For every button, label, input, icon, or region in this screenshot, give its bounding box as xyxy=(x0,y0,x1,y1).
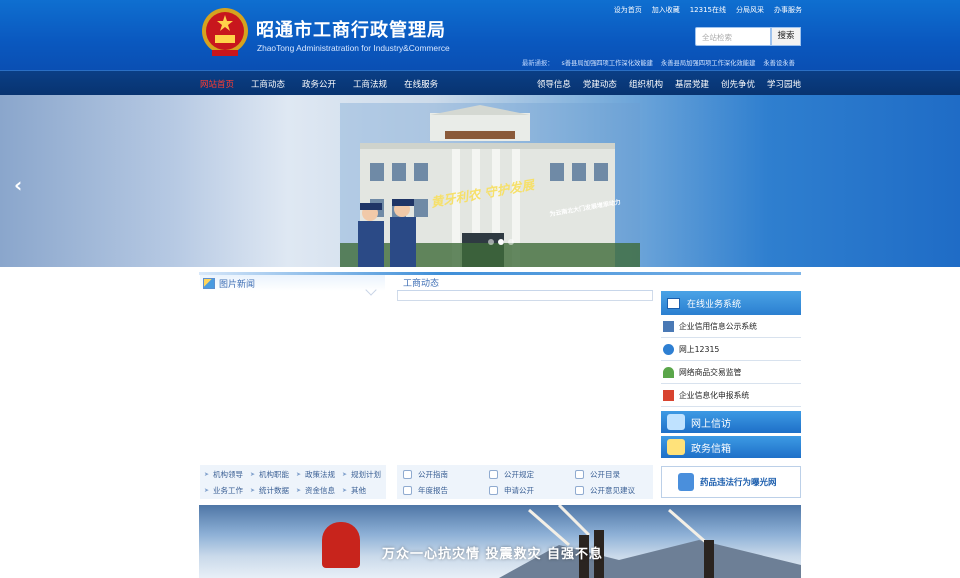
drug-exposure-link[interactable]: 药品违法行为曝光网 xyxy=(661,466,801,498)
nav-item-study[interactable]: 学习园地 xyxy=(767,78,801,90)
nav-item-online-service[interactable]: 在线服务 xyxy=(404,78,438,90)
computer-icon xyxy=(663,320,674,332)
online-petition-button[interactable]: 网上信访 xyxy=(661,411,801,433)
quick-link[interactable]: 公开规定 xyxy=(489,469,534,480)
online-services-header: 在线业务系统 xyxy=(661,291,801,315)
nav-item-grassroots[interactable]: 基层党建 xyxy=(675,78,709,90)
feedback-icon xyxy=(575,486,584,495)
hero-banner: ‹ 黄牙利农 守护发展 为云南北大门发展增添动力 xyxy=(0,95,960,267)
nav-item-home[interactable]: 网站首页 xyxy=(200,78,234,90)
info-quick-links: ➤ 机构领导 ➤ 机构职能 ➤ 政策法规 ➤ 规划计划 ➤ 业务工作 ➤ 统计数据 ➤ 资金信… xyxy=(200,465,386,499)
photo-news-title[interactable]: 图片新闻 xyxy=(219,277,255,290)
quick-link[interactable]: 公开指南 xyxy=(403,469,448,480)
quick-link[interactable]: 年度报告 xyxy=(403,485,448,496)
arrow-icon: ➤ xyxy=(250,487,256,494)
service-credit-info[interactable]: 企业信用信息公示系统 xyxy=(661,315,801,338)
search-button[interactable]: 搜索 xyxy=(771,27,801,46)
arrow-icon: ➤ xyxy=(250,471,256,478)
picture-icon xyxy=(203,277,215,289)
quick-link[interactable]: 公开目录 xyxy=(575,469,620,480)
slide-dot[interactable] xyxy=(508,239,514,245)
nav-item-gov-affairs[interactable]: 政务公开 xyxy=(302,78,336,90)
disaster-relief-banner[interactable]: 万众一心抗灾情 投震救灾 自强不息 xyxy=(199,505,801,578)
national-emblem-icon xyxy=(202,8,248,56)
quick-link[interactable]: ➤ 机构领导 xyxy=(204,469,243,480)
ticker-lead: 最新通报： xyxy=(522,60,554,67)
quick-link[interactable]: ➤ 其他 xyxy=(342,485,366,496)
banner-caption: 万众一心抗灾情 投震救灾 自强不息 xyxy=(382,547,604,562)
prev-slide-icon[interactable]: ‹ xyxy=(14,173,22,197)
monitor-icon xyxy=(667,297,680,309)
business-news-list xyxy=(397,291,653,301)
mail-icon xyxy=(667,414,685,430)
list-icon xyxy=(575,470,584,479)
medicine-icon xyxy=(678,473,694,491)
quick-link[interactable]: ➤ 统计数据 xyxy=(250,485,289,496)
ticker-item[interactable]: 永善县局加强四项工作深化效能建 xyxy=(661,58,755,67)
set-homepage-link[interactable]: 设为首页 xyxy=(614,5,642,15)
arrow-icon: ➤ xyxy=(204,487,210,494)
services-link[interactable]: 办事服务 xyxy=(774,5,802,15)
quick-link[interactable]: 公开意见建议 xyxy=(575,485,635,496)
ticker-item[interactable]: 永善设永善 xyxy=(763,58,794,67)
news-ticker: 最新通报： s善县局加强四项工作深化效能建 永善县局加强四项工作深化效能建 永善… xyxy=(522,58,802,67)
umbrella-icon xyxy=(663,366,674,378)
nav-item-leaders[interactable]: 领导信息 xyxy=(537,78,571,90)
arrow-icon: ➤ xyxy=(296,487,302,494)
service-enterprise-report[interactable]: 企业信息化申报系统 xyxy=(661,384,801,407)
top-links: 设为首页 加入收藏 12315在线 分局风采 办事服务 xyxy=(614,5,802,15)
business-news-title[interactable]: 工商动态 xyxy=(403,276,439,289)
arrow-icon: ➤ xyxy=(204,471,210,478)
quick-link[interactable]: ➤ 机构职能 xyxy=(250,469,289,480)
quick-link[interactable]: 申请公开 xyxy=(489,485,534,496)
add-favorite-link[interactable]: 加入收藏 xyxy=(652,5,680,15)
report-icon xyxy=(403,486,412,495)
gov-mailbox-button[interactable]: 政务信箱 xyxy=(661,436,801,458)
service-online-trade[interactable]: 网络商品交易监管 xyxy=(661,361,801,384)
site-header: 昭通市工商行政管理局 ZhaoTong Administratration fo… xyxy=(0,0,960,70)
nav-item-regulations[interactable]: 工商法规 xyxy=(353,78,387,90)
search-input[interactable]: 全站检索 xyxy=(695,27,771,46)
fist-icon xyxy=(322,522,360,568)
arrow-icon: ➤ xyxy=(342,487,348,494)
business-news-header: 工商动态 xyxy=(397,275,653,291)
site-title: 昭通市工商行政管理局 xyxy=(256,20,446,41)
envelope-icon xyxy=(667,439,685,455)
quick-link[interactable]: ➤ 政策法规 xyxy=(296,469,335,480)
main-nav: 网站首页 工商动态 政务公开 工商法规 在线服务 领导信息 党建动态 组织机构 … xyxy=(0,70,960,95)
slide-dot[interactable] xyxy=(488,239,494,245)
compass-icon xyxy=(403,470,412,479)
site-subtitle: ZhaoTong Administratration for Industry&… xyxy=(257,43,450,53)
disclosure-quick-links: 公开指南 公开规定 公开目录 年度报告 申请公开 公开意见建议 xyxy=(397,465,653,499)
document-icon xyxy=(489,470,498,479)
calendar-icon xyxy=(663,389,674,401)
trumpeters-image xyxy=(499,505,801,578)
quick-link[interactable]: ➤ 业务工作 xyxy=(204,485,243,496)
nav-item-party-news[interactable]: 党建动态 xyxy=(583,78,617,90)
globe-icon xyxy=(663,343,674,355)
online-services-title: 在线业务系统 xyxy=(687,299,742,310)
slide-dots xyxy=(488,239,514,245)
12315-online-link[interactable]: 12315在线 xyxy=(690,5,726,15)
nav-item-excellence[interactable]: 创先争优 xyxy=(721,78,755,90)
photo-news-header: 图片新闻 xyxy=(200,275,385,291)
arrow-icon: ➤ xyxy=(296,471,302,478)
quick-link[interactable]: ➤ 资金信息 xyxy=(296,485,335,496)
service-12315[interactable]: 网上12315 xyxy=(661,338,801,361)
quick-link[interactable]: ➤ 规划计划 xyxy=(342,469,381,480)
branch-style-link[interactable]: 分局风采 xyxy=(736,5,764,15)
nav-item-organization[interactable]: 组织机构 xyxy=(629,78,663,90)
nav-item-news[interactable]: 工商动态 xyxy=(251,78,285,90)
apply-icon xyxy=(489,486,498,495)
ticker-item[interactable]: s善县局加强四项工作深化效能建 xyxy=(561,58,652,67)
arrow-icon: ➤ xyxy=(342,471,348,478)
slide-dot[interactable] xyxy=(498,239,504,245)
